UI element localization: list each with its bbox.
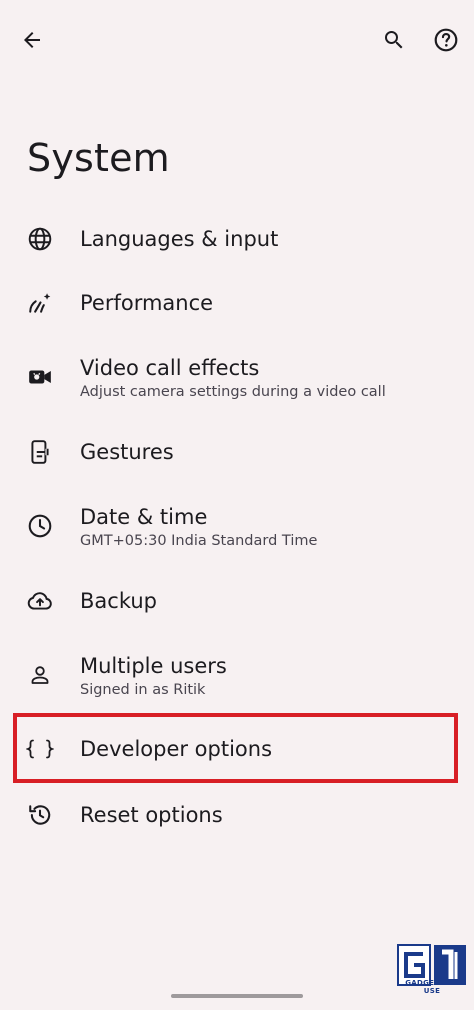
settings-item-label: Reset options: [80, 803, 223, 827]
settings-item-gestures[interactable]: Gestures: [0, 425, 474, 481]
highlight-annotation-box: [13, 713, 458, 783]
page-title: System: [27, 136, 170, 180]
settings-item-reset-options[interactable]: Reset options: [0, 788, 474, 844]
settings-item-label: Gestures: [80, 440, 174, 464]
search-icon: [385, 31, 403, 49]
settings-item-multiple-users[interactable]: Multiple users Signed in as Ritik: [0, 644, 474, 714]
settings-item-date-time[interactable]: Date & time GMT+05:30 India Standard Tim…: [0, 495, 474, 565]
back-button[interactable]: [12, 20, 52, 60]
help-icon: [434, 28, 458, 52]
cloud-upload-icon: [26, 587, 54, 615]
help-button[interactable]: [426, 20, 466, 60]
settings-item-label: Performance: [80, 291, 214, 315]
settings-item-languages[interactable]: Languages & input: [0, 212, 474, 268]
gestures-phone-icon: [26, 438, 54, 466]
settings-item-label: Multiple users: [80, 654, 227, 678]
top-app-bar: [0, 0, 474, 80]
settings-item-label: Video call effects: [80, 356, 260, 380]
settings-item-label: Backup: [80, 589, 157, 613]
settings-item-label: Languages & input: [80, 227, 279, 251]
watermark-text: GADGETS TO USE: [405, 979, 459, 995]
settings-item-summary: Signed in as Ritik: [80, 682, 206, 698]
history-icon: [26, 801, 54, 829]
clock-icon: [26, 512, 54, 540]
settings-item-backup[interactable]: Backup: [0, 574, 474, 630]
gadgets-to-use-watermark: GADGETS TO USE: [396, 943, 468, 999]
settings-item-summary: GMT+05:30 India Standard Time: [80, 533, 318, 549]
search-button[interactable]: [374, 20, 414, 60]
settings-item-summary: Adjust camera settings during a video ca…: [80, 384, 386, 400]
video-camera-icon: [26, 363, 54, 391]
gesture-navigation-handle[interactable]: [171, 994, 303, 998]
settings-item-label: Date & time: [80, 505, 208, 529]
arrow-back-icon: [24, 32, 40, 48]
performance-icon: [26, 289, 54, 317]
person-icon: [26, 661, 54, 689]
settings-item-performance[interactable]: Performance: [0, 276, 474, 332]
settings-item-video-call-effects[interactable]: Video call effects Adjust camera setting…: [0, 346, 474, 416]
globe-icon: [26, 225, 54, 253]
